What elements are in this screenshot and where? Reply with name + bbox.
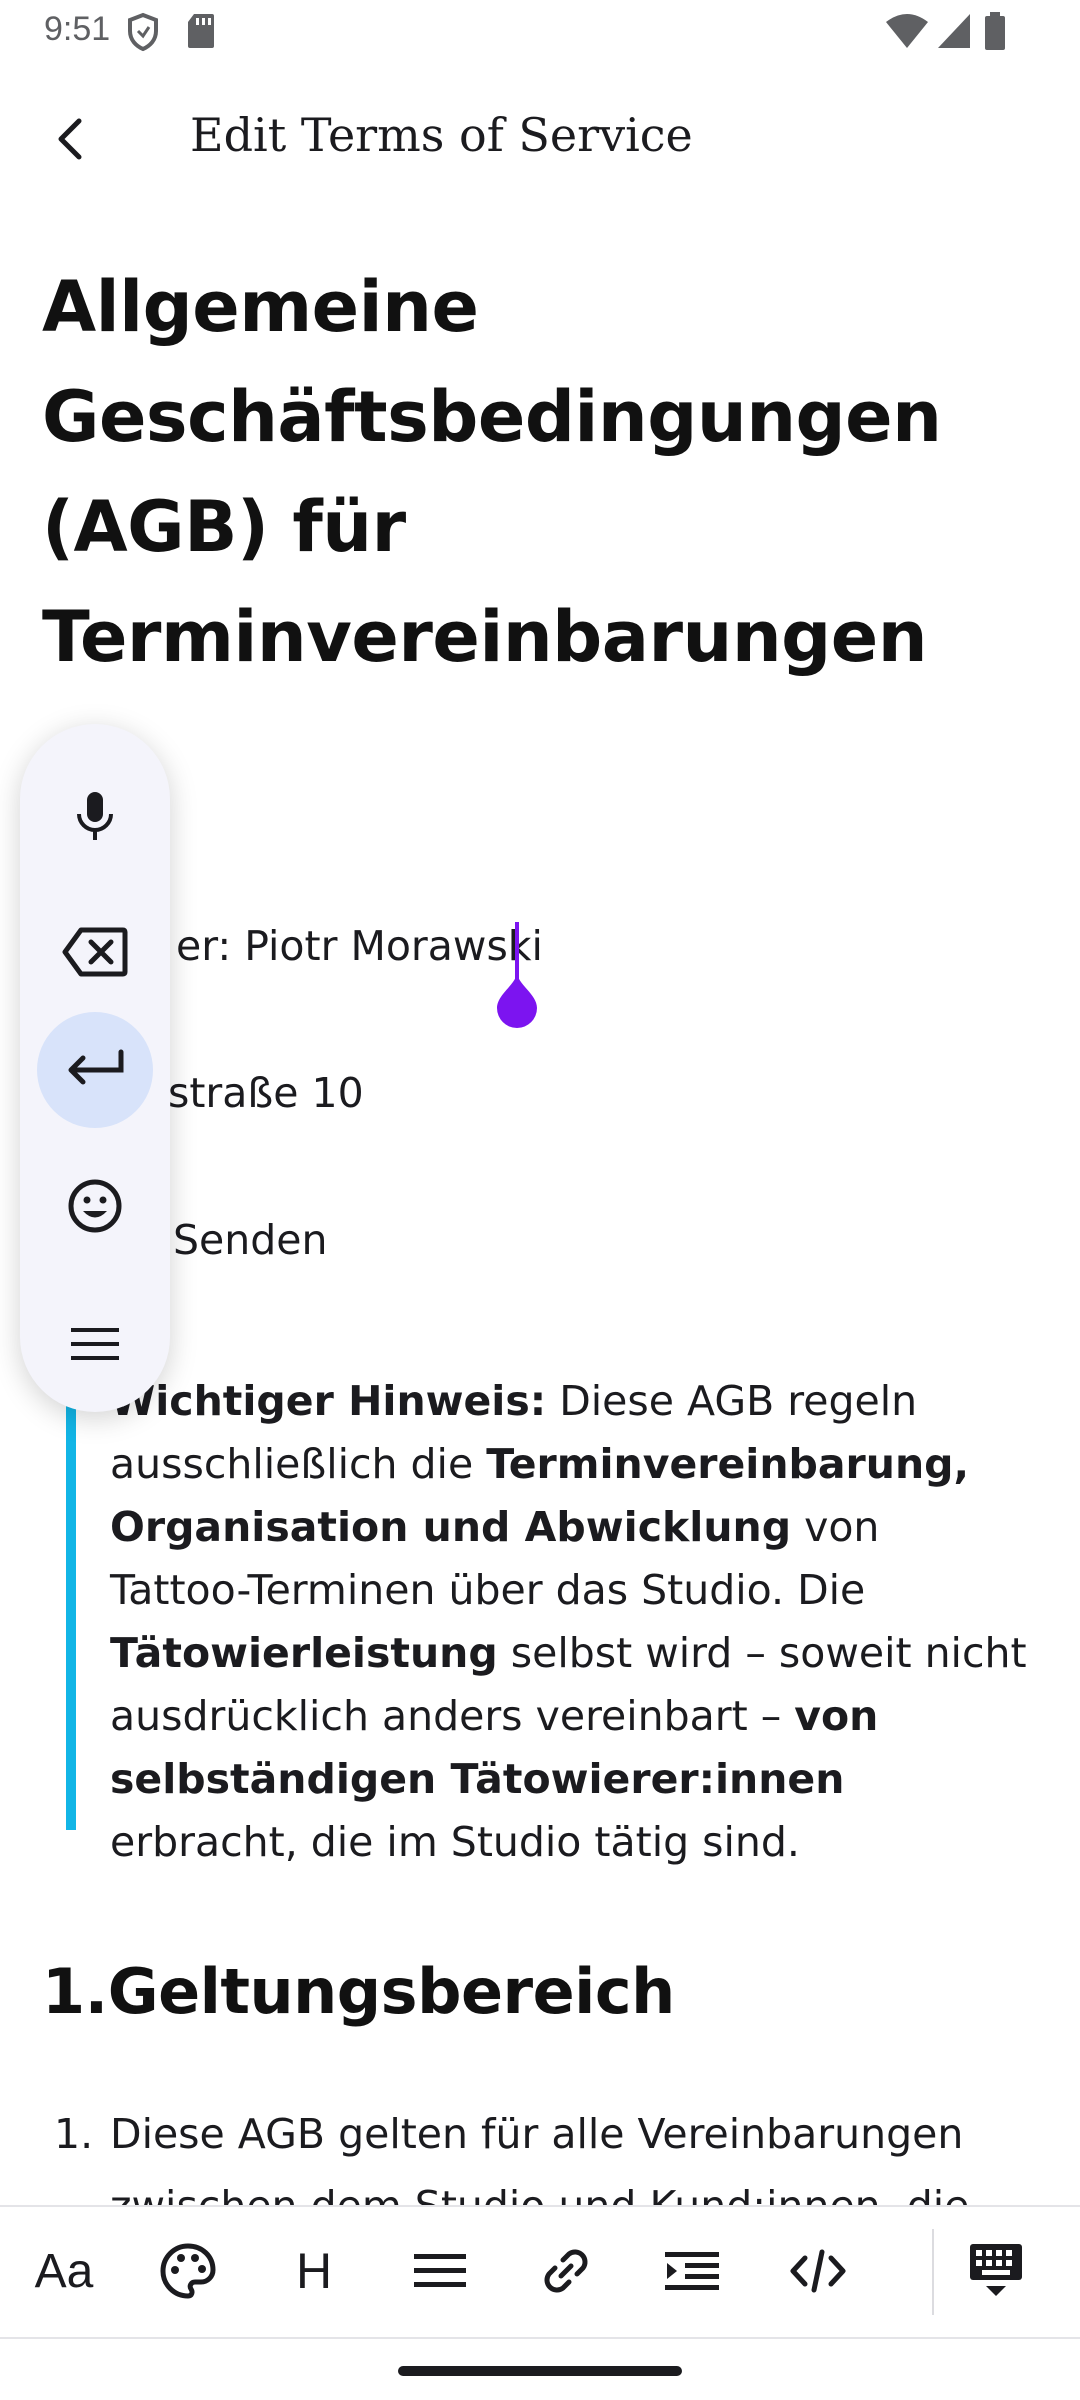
backspace-button[interactable] <box>37 894 153 1010</box>
hide-keyboard-button[interactable] <box>950 2225 1042 2317</box>
list-item-text: Diese AGB gelten für alle Vereinbarungen <box>110 2110 964 2158</box>
menu-button[interactable] <box>37 1286 153 1402</box>
heading-button[interactable]: H <box>268 2225 360 2317</box>
backspace-icon <box>62 927 128 977</box>
text-style-icon: Aa <box>34 2244 94 2298</box>
blockquote-text[interactable]: Wichtiger Hinweis: Diese AGB regeln auss… <box>110 1370 1030 1874</box>
document-title[interactable]: Allgemeine Geschäftsbedingungen (AGB) fü… <box>42 252 1042 692</box>
page-title: Edit Terms of Service <box>190 108 693 162</box>
floating-input-toolbar <box>20 724 170 1412</box>
battery-icon <box>984 12 1006 56</box>
street-line[interactable]: straße 10 <box>168 1069 364 1117</box>
enter-icon <box>68 1049 124 1085</box>
sd-card-icon <box>186 12 216 54</box>
city-line[interactable]: Senden <box>173 1216 327 1264</box>
color-button[interactable] <box>142 2225 234 2317</box>
enter-button[interactable] <box>37 1012 153 1128</box>
emoji-button[interactable] <box>37 1148 153 1264</box>
wifi-icon <box>884 12 930 54</box>
back-button[interactable] <box>34 102 108 176</box>
blockquote-bar <box>66 1375 76 1830</box>
emoji-icon <box>68 1179 122 1233</box>
toolbar-divider <box>932 2229 934 2315</box>
align-button[interactable] <box>394 2225 486 2317</box>
indent-button[interactable] <box>646 2225 738 2317</box>
code-icon <box>790 2249 846 2293</box>
gesture-navigation-bar[interactable] <box>398 2366 682 2376</box>
heading-icon: H <box>295 2243 333 2299</box>
menu-icon <box>71 1328 119 1360</box>
microphone-icon <box>77 792 113 840</box>
shield-icon <box>126 12 160 56</box>
status-time: 9:51 <box>44 10 111 48</box>
text-style-button[interactable]: Aa <box>18 2225 110 2317</box>
status-bar: 9:51 <box>0 0 1080 64</box>
list-item-continued[interactable]: zwischen dem Studio und Kund:innen, die <box>110 2182 969 2205</box>
code-button[interactable] <box>772 2225 864 2317</box>
keyboard-hide-icon <box>970 2244 1022 2296</box>
indent-icon <box>665 2252 719 2290</box>
app-bar: Edit Terms of Service <box>0 70 1080 200</box>
align-icon <box>414 2254 466 2287</box>
cursor-handle[interactable] <box>495 972 539 1028</box>
link-button[interactable] <box>520 2225 612 2317</box>
link-icon <box>544 2249 588 2293</box>
section-heading[interactable]: 1.Geltungsbereich <box>42 1955 675 2028</box>
cellular-signal-icon <box>936 12 972 54</box>
palette-icon <box>160 2243 216 2299</box>
voice-input-button[interactable] <box>37 758 153 874</box>
list-item[interactable]: 1. Diese AGB gelten für alle Vereinbarung… <box>54 2110 963 2158</box>
back-arrow-icon <box>58 118 82 160</box>
owner-line[interactable]: er: Piotr Morawski <box>176 922 543 970</box>
list-number: 1. <box>54 2110 94 2158</box>
format-toolbar: Aa H <box>0 2205 1080 2339</box>
